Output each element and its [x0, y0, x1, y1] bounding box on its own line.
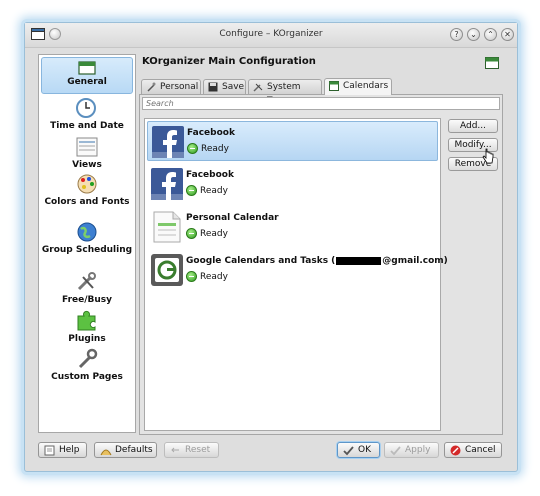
sidebar-item-views[interactable]: Views	[41, 136, 133, 170]
tab-save[interactable]: Save	[203, 79, 246, 94]
reset-icon	[171, 447, 179, 453]
calendar-name: Facebook	[187, 128, 235, 138]
ready-status-icon	[186, 228, 197, 239]
calendar-icon	[485, 57, 499, 69]
help-icon[interactable]: ?	[450, 28, 463, 41]
tab-personal[interactable]: Personal	[141, 79, 201, 94]
sidebar-item-free-busy[interactable]: Free/Busy	[41, 271, 133, 305]
google-calendar-icon	[151, 254, 183, 286]
button-label: Reset	[185, 445, 211, 455]
sidebar-item-plugins[interactable]: Plugins	[41, 310, 133, 344]
puzzle-icon	[77, 310, 96, 331]
calendar-status: Ready	[186, 228, 228, 240]
sidebar-item-general[interactable]: General	[41, 57, 133, 94]
status-text: Ready	[200, 272, 228, 282]
search-input[interactable]	[146, 98, 499, 109]
views-icon	[76, 137, 98, 157]
ok-button[interactable]: OK	[337, 442, 380, 458]
sidebar-item-label: Free/Busy	[62, 295, 112, 305]
button-label: Defaults	[115, 445, 153, 455]
calendar-status: Ready	[186, 271, 228, 283]
button-label: Help	[59, 445, 80, 455]
facebook-icon	[151, 168, 183, 200]
calendar-status: Ready	[187, 143, 229, 155]
tab-label: Personal	[160, 82, 199, 92]
globe-icon	[77, 222, 97, 242]
button-label: OK	[358, 445, 371, 455]
window-title: Configure – KOrganizer	[219, 29, 323, 39]
checkmark-icon	[390, 446, 401, 456]
help-button[interactable]: Help	[38, 442, 87, 458]
maximize-icon[interactable]: ⌃	[484, 28, 497, 41]
title-bar[interactable]: Configure – KOrganizer ? ⌄ ⌃ ✕	[25, 23, 517, 48]
clock-icon	[76, 98, 96, 118]
help-icon	[44, 445, 55, 456]
calendar-icon	[329, 81, 339, 91]
calendar-name: Google Calendars and Tasks (@gmail.com)	[186, 256, 448, 266]
sidebar-item-label: Views	[72, 160, 102, 170]
document-calendar-icon	[153, 211, 181, 243]
tab-calendars[interactable]: Calendars	[324, 78, 392, 95]
button-label: Cancel	[465, 445, 496, 455]
wrench-icon	[78, 348, 98, 369]
ready-status-icon	[186, 271, 197, 282]
save-icon	[208, 82, 218, 92]
tools-icon	[253, 83, 263, 92]
sidebar-item-label: General	[67, 77, 107, 87]
list-item[interactable]: Personal Calendar Ready	[147, 207, 438, 247]
add-button[interactable]: Add...	[448, 119, 498, 133]
sidebar-item-label: Custom Pages	[51, 372, 123, 382]
minimize-icon[interactable]: ⌄	[467, 28, 480, 41]
configure-dialog: Configure – KOrganizer ? ⌄ ⌃ ✕ General T…	[24, 22, 518, 472]
calendar-status: Ready	[186, 185, 228, 197]
ready-status-icon	[187, 143, 198, 154]
sidebar-item-label: Plugins	[68, 334, 106, 344]
reset-button[interactable]: Reset	[164, 442, 219, 458]
status-text: Ready	[201, 144, 229, 154]
close-icon[interactable]: ✕	[501, 28, 514, 41]
apply-button[interactable]: Apply	[384, 442, 439, 458]
cancel-icon	[450, 445, 461, 456]
tools-icon	[77, 272, 96, 291]
tab-system-tray[interactable]: System Tray	[248, 79, 322, 106]
palette-icon	[77, 174, 97, 194]
search-field[interactable]	[142, 97, 500, 110]
cancel-button[interactable]: Cancel	[444, 442, 502, 458]
config-sidebar: General Time and Date Views Colors and F…	[38, 54, 136, 433]
sidebar-item-group-scheduling[interactable]: Group Scheduling	[41, 221, 133, 255]
calendar-icon	[78, 61, 96, 75]
calendar-list[interactable]: Facebook Ready Facebook Ready Personal C…	[144, 118, 448, 431]
sidebar-item-time-and-date[interactable]: Time and Date	[41, 97, 133, 131]
defaults-icon	[100, 449, 112, 456]
facebook-icon	[152, 126, 184, 158]
list-item[interactable]: Google Calendars and Tasks (@gmail.com) …	[147, 250, 448, 290]
sidebar-item-custom-pages[interactable]: Custom Pages	[41, 348, 133, 382]
status-text: Ready	[200, 229, 228, 239]
tab-label: Save	[222, 82, 245, 92]
list-item[interactable]: Facebook Ready	[147, 121, 438, 161]
checkmark-icon	[343, 446, 354, 456]
mouse-pointer-icon	[482, 148, 494, 164]
tab-label: Calendars	[343, 81, 389, 91]
sidebar-item-label: Colors and Fonts	[44, 197, 130, 207]
redacted-email	[336, 256, 382, 265]
personal-icon	[147, 82, 156, 92]
sidebar-item-colors-and-fonts[interactable]: Colors and Fonts	[41, 173, 133, 207]
calendar-name: Personal Calendar	[186, 213, 279, 223]
ready-status-icon	[186, 185, 197, 196]
sidebar-item-label: Group Scheduling	[41, 245, 133, 255]
calendar-name: Facebook	[186, 170, 234, 180]
sidebar-item-label: Time and Date	[50, 121, 124, 131]
button-label: Apply	[405, 445, 431, 455]
list-item[interactable]: Facebook Ready	[147, 164, 438, 204]
status-text: Ready	[200, 186, 228, 196]
defaults-button[interactable]: Defaults	[94, 442, 157, 458]
page-title: KOrganizer Main Configuration	[142, 56, 316, 67]
